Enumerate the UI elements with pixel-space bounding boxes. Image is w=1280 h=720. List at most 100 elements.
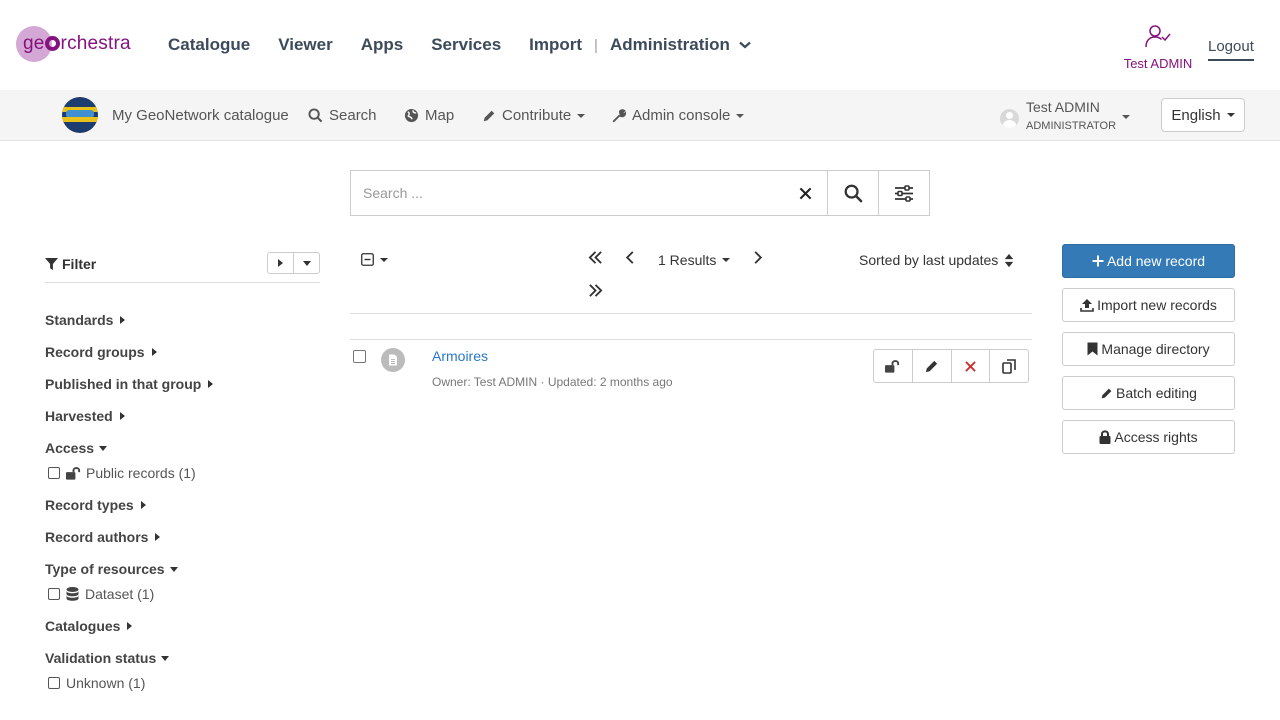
facet-access[interactable]: Access bbox=[45, 440, 108, 456]
facet-label: Access bbox=[45, 440, 95, 456]
record-owner: Owner: Test ADMIN bbox=[432, 375, 538, 389]
user-menu[interactable]: Test ADMIN bbox=[1118, 24, 1198, 71]
nav-apps[interactable]: Apps bbox=[361, 35, 404, 55]
sort-dropdown[interactable]: Sorted by last updates bbox=[859, 252, 1014, 268]
search-icon bbox=[844, 184, 862, 202]
facet-option-public-records[interactable]: Public records (1) bbox=[48, 465, 196, 481]
record-duplicate-button[interactable] bbox=[989, 350, 1028, 382]
record-actions bbox=[873, 349, 1029, 383]
avatar bbox=[1000, 109, 1019, 128]
nav-search[interactable]: Search bbox=[308, 107, 377, 124]
nav-contribute-label: Contribute bbox=[502, 107, 572, 124]
caret-down-icon bbox=[1226, 113, 1235, 117]
georchestra-logo[interactable]: ge rchestra bbox=[16, 26, 146, 64]
batch-editing-button[interactable]: Batch editing bbox=[1062, 376, 1235, 410]
record-checkbox[interactable] bbox=[353, 350, 366, 363]
import-new-records-label: Import new records bbox=[1097, 297, 1217, 313]
facet-label: Type of resources bbox=[45, 561, 165, 577]
facet-published-group[interactable]: Published in that group bbox=[45, 376, 214, 392]
filter-title-label: Filter bbox=[62, 256, 97, 272]
geonetwork-navbar: My GeoNetwork catalogue Search Map Contr… bbox=[0, 90, 1280, 141]
header-user-name: Test ADMIN bbox=[1123, 56, 1193, 71]
record-edit-button[interactable] bbox=[911, 350, 951, 382]
record-title-link[interactable]: Armoires bbox=[432, 348, 488, 364]
nav-map[interactable]: Map bbox=[404, 107, 454, 124]
record-privileges-button[interactable] bbox=[874, 350, 912, 382]
facet-label: Harvested bbox=[45, 408, 113, 424]
search-input[interactable] bbox=[351, 171, 783, 215]
nav-import[interactable]: Import bbox=[529, 35, 582, 55]
close-icon bbox=[799, 187, 811, 199]
caret-down-icon bbox=[169, 566, 178, 572]
nav-viewer[interactable]: Viewer bbox=[278, 35, 333, 55]
record-type-icon bbox=[381, 348, 405, 372]
collapse-all-button[interactable] bbox=[268, 253, 293, 273]
checkbox-minus-icon bbox=[361, 253, 374, 266]
gn-user-name: Test ADMIN bbox=[1026, 99, 1100, 115]
plus-icon bbox=[1092, 255, 1104, 267]
batch-editing-label: Batch editing bbox=[1116, 385, 1197, 401]
pencil-icon bbox=[926, 360, 938, 372]
facet-option-dataset[interactable]: Dataset (1) bbox=[48, 586, 154, 602]
facet-option-label: Dataset (1) bbox=[85, 586, 155, 602]
record-meta-separator: · bbox=[540, 375, 545, 389]
facet-checkbox[interactable] bbox=[48, 588, 60, 600]
facet-record-types[interactable]: Record types bbox=[45, 497, 146, 513]
facet-option-unknown[interactable]: Unknown (1) bbox=[48, 675, 145, 691]
advanced-search-button[interactable] bbox=[878, 171, 929, 215]
facet-label: Record types bbox=[45, 497, 134, 513]
caret-right-icon bbox=[155, 533, 161, 541]
nav-contribute[interactable]: Contribute bbox=[482, 107, 586, 124]
prev-page-button[interactable] bbox=[625, 250, 635, 265]
nav-services[interactable]: Services bbox=[431, 35, 501, 55]
facet-catalogues[interactable]: Catalogues bbox=[45, 618, 133, 634]
facet-label: Standards bbox=[45, 312, 114, 328]
facet-record-groups[interactable]: Record groups bbox=[45, 344, 157, 360]
caret-down-icon bbox=[1122, 115, 1130, 119]
add-new-record-button[interactable]: Add new record bbox=[1062, 244, 1235, 278]
caret-down-icon bbox=[722, 258, 731, 262]
facet-checkbox[interactable] bbox=[48, 677, 60, 689]
catalog-home-link[interactable]: My GeoNetwork catalogue bbox=[112, 107, 289, 124]
document-icon bbox=[389, 354, 397, 366]
facet-checkbox[interactable] bbox=[48, 467, 60, 479]
nav-administration-label: Administration bbox=[609, 35, 730, 54]
caret-down-icon bbox=[161, 655, 170, 661]
access-rights-label: Access rights bbox=[1114, 429, 1198, 445]
double-chevron-right-icon bbox=[589, 284, 603, 297]
results-count-dropdown[interactable]: 1 Results bbox=[658, 252, 731, 268]
nav-admin-console-label: Admin console bbox=[632, 107, 731, 124]
logout-link[interactable]: Logout bbox=[1208, 38, 1254, 61]
geonetwork-logo[interactable] bbox=[62, 97, 98, 133]
manage-directory-button[interactable]: Manage directory bbox=[1062, 332, 1235, 366]
last-page-button[interactable] bbox=[588, 283, 603, 298]
record-meta: Owner: Test ADMIN · Updated: 2 months ag… bbox=[432, 375, 673, 389]
record-updated: Updated: 2 months ago bbox=[547, 375, 673, 389]
select-all-dropdown[interactable] bbox=[361, 253, 388, 266]
import-new-records-button[interactable]: Import new records bbox=[1062, 288, 1235, 322]
facet-harvested[interactable]: Harvested bbox=[45, 408, 125, 424]
access-rights-button[interactable]: Access rights bbox=[1062, 420, 1235, 454]
results-count-label: 1 Results bbox=[658, 252, 717, 268]
record-delete-button[interactable] bbox=[950, 350, 990, 382]
facet-validation-status[interactable]: Validation status bbox=[45, 650, 170, 666]
pencil-icon bbox=[483, 110, 495, 121]
search-button[interactable] bbox=[827, 171, 878, 215]
pencil-icon bbox=[1101, 388, 1112, 398]
expand-all-button[interactable] bbox=[293, 253, 319, 273]
facet-standards[interactable]: Standards bbox=[45, 312, 126, 328]
chevron-down-icon bbox=[739, 41, 751, 49]
clear-search-button[interactable] bbox=[783, 171, 827, 215]
facet-record-authors[interactable]: Record authors bbox=[45, 529, 161, 545]
nav-administration[interactable]: Administration bbox=[610, 35, 751, 55]
first-page-button[interactable] bbox=[588, 250, 603, 265]
nav-admin-console[interactable]: Admin console bbox=[612, 107, 745, 124]
language-select[interactable]: English bbox=[1161, 98, 1245, 132]
next-page-button[interactable] bbox=[753, 250, 763, 265]
results-divider bbox=[350, 339, 1032, 340]
nav-search-label: Search bbox=[329, 107, 377, 124]
facet-type-of-resources[interactable]: Type of resources bbox=[45, 561, 178, 577]
nav-catalogue[interactable]: Catalogue bbox=[168, 35, 250, 55]
facet-label: Catalogues bbox=[45, 618, 121, 634]
caret-down-icon bbox=[577, 113, 586, 118]
